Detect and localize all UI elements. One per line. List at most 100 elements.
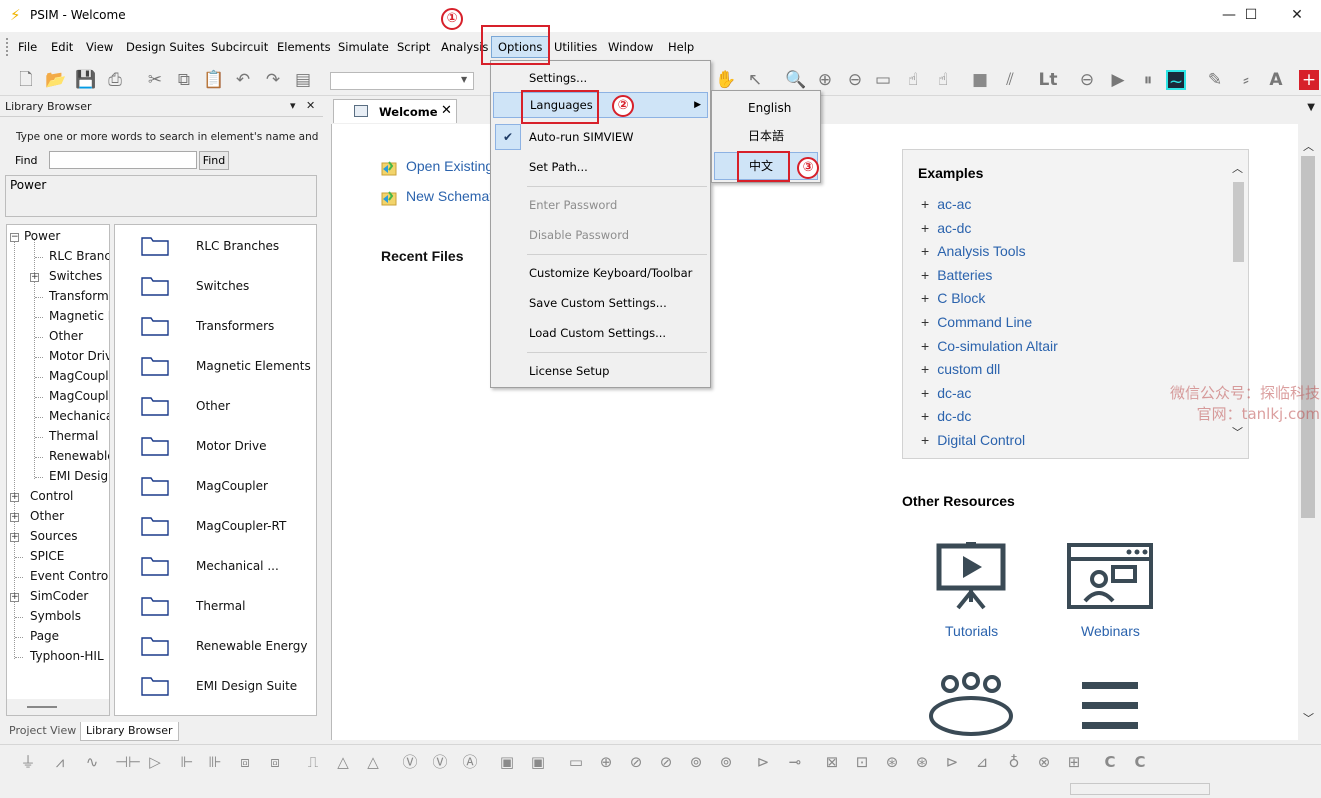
example-item[interactable]: + dc-ac	[921, 385, 971, 401]
find-button[interactable]: Find	[199, 151, 229, 170]
toolbar-combo[interactable]: ▼	[330, 72, 474, 90]
stop-block-icon[interactable]: ■	[970, 70, 990, 90]
resistor-icon[interactable]: ⩘	[50, 752, 70, 772]
library-tree[interactable]: − Power RLC Branches + Switches Transfor…	[6, 224, 110, 716]
menu-item-save-custom-settings[interactable]: Save Custom Settings...	[491, 290, 710, 316]
current-source-icon[interactable]: ⊘	[626, 752, 646, 772]
multiplier-icon[interactable]: ⊗	[1034, 752, 1054, 772]
webinars-link[interactable]: Webinars	[1081, 623, 1140, 639]
tree-item-simcoder[interactable]: SimCoder	[30, 589, 88, 603]
tree-item-page[interactable]: Page	[30, 629, 59, 643]
probe-hand-2-icon[interactable]: ☝	[933, 70, 953, 90]
tree-item-spice[interactable]: SPICE	[30, 549, 64, 563]
example-item[interactable]: + C Block	[921, 290, 985, 306]
tree-item-symbols[interactable]: Symbols	[30, 609, 81, 623]
menu-help[interactable]: Help	[668, 40, 694, 54]
tree-item-switches[interactable]: Switches	[49, 269, 102, 283]
open-existing-link[interactable]: Open Existing	[406, 158, 493, 174]
menu-utilities[interactable]: Utilities	[554, 40, 597, 54]
close-tab-icon[interactable]: ✕	[441, 103, 452, 118]
scroll-down-icon[interactable]: ﹀	[1232, 424, 1243, 440]
language-japanese[interactable]: 日本語	[712, 122, 820, 150]
capacitor-icon[interactable]: ⊣⊢	[115, 752, 141, 772]
gate-icon[interactable]: ⊳	[753, 752, 773, 772]
motor-2-icon[interactable]: ⊛	[912, 752, 932, 772]
save-icon[interactable]: 💾	[75, 70, 96, 90]
wire-label-icon[interactable]: ⸗	[1236, 70, 1256, 90]
motor-icon[interactable]: ⊛	[882, 752, 902, 772]
meter-icon[interactable]: ⊚	[686, 752, 706, 772]
scroll-up-icon[interactable]: ︿	[1303, 138, 1314, 154]
inductor-icon[interactable]: ∿	[82, 752, 102, 772]
example-item[interactable]: + Analysis Tools	[921, 243, 1026, 259]
zoom-in-icon[interactable]: ⊕	[815, 70, 835, 90]
menu-item-load-custom-settings[interactable]: Load Custom Settings...	[491, 320, 710, 346]
library-folder-row[interactable]: Magnetic Elements	[115, 345, 316, 385]
switch-icon[interactable]: ⊩	[177, 752, 197, 772]
pen-icon[interactable]: ✎	[1205, 70, 1225, 90]
menu-item-customize-keyboard-toolbar[interactable]: Customize Keyboard/Toolbar	[491, 260, 710, 286]
library-folder-row[interactable]: MagCoupler-RT	[115, 505, 316, 545]
tree-item-sources[interactable]: Sources	[30, 529, 77, 543]
voltmeter-icon[interactable]: Ⓥ	[430, 752, 450, 772]
example-item[interactable]: + Batteries	[921, 267, 992, 283]
simplified-c-block-icon[interactable]: C	[1130, 752, 1150, 772]
tree-item-mechanical[interactable]: Mechanical	[49, 409, 109, 423]
expand-icon[interactable]: +	[10, 513, 19, 522]
tree-item-thermal[interactable]: Thermal	[49, 429, 98, 443]
new-schematic-link[interactable]: New Schemat	[406, 188, 493, 204]
pi-controller-icon[interactable]: ⊡	[852, 752, 872, 772]
c-block-icon[interactable]: C	[1100, 752, 1120, 772]
menu-view[interactable]: View	[86, 40, 113, 54]
library-folder-row[interactable]: Switches	[115, 265, 316, 305]
tree-item-control[interactable]: Control	[30, 489, 73, 503]
menu-edit[interactable]: Edit	[51, 40, 73, 54]
zoom-icon[interactable]: 🔍	[785, 70, 806, 90]
menu-simulate[interactable]: Simulate	[338, 40, 389, 54]
library-folder-row[interactable]: Transformers	[115, 305, 316, 345]
tree-item-transformers[interactable]: Transformers	[49, 289, 109, 303]
comparator-icon[interactable]: △	[363, 752, 383, 772]
menu-elements[interactable]: Elements	[277, 40, 331, 54]
expand-icon[interactable]: +	[10, 533, 19, 542]
pause-icon[interactable]: ⏸	[1138, 70, 1158, 90]
limiter-icon[interactable]: ⊿	[972, 752, 992, 772]
parameter-sweep-icon[interactable]: ⫽	[1000, 70, 1020, 90]
library-folder-row[interactable]: Motor Drive	[115, 425, 316, 465]
community-icon[interactable]	[928, 672, 1014, 738]
tree-item-typhoon-hil[interactable]: Typhoon-HIL	[30, 649, 104, 663]
example-item[interactable]: + Co-simulation Altair	[921, 338, 1058, 354]
maximize-button[interactable]: ☐	[1231, 4, 1271, 26]
example-item[interactable]: + custom dll	[921, 361, 1000, 377]
tree-item-magcoupler[interactable]: MagCoupler	[49, 369, 109, 383]
library-folder-row[interactable]: Mechanical ...	[115, 545, 316, 585]
tutorials-link[interactable]: Tutorials	[945, 623, 998, 639]
ammeter-icon[interactable]: Ⓐ	[460, 752, 480, 772]
find-input[interactable]	[49, 151, 197, 169]
menu-item-settings[interactable]: Settings...	[491, 65, 710, 91]
tree-item-other-root[interactable]: Other	[30, 509, 64, 523]
tree-item-renewable-energy[interactable]: Renewable Energy	[49, 449, 109, 463]
delay-icon[interactable]: ⊞	[1064, 752, 1084, 772]
expand-icon[interactable]: +	[10, 593, 19, 602]
scroll-thumb[interactable]	[27, 706, 57, 708]
op-amp-icon[interactable]: △	[333, 752, 353, 772]
menu-design-suites[interactable]: Design Suites	[126, 40, 205, 54]
node-icon[interactable]: ♁	[1004, 752, 1024, 772]
buffer-icon[interactable]: ⊳	[942, 752, 962, 772]
meter-2-icon[interactable]: ⊚	[716, 752, 736, 772]
menu-item-set-path[interactable]: Set Path...	[491, 154, 710, 180]
expand-icon[interactable]: +	[30, 273, 39, 282]
library-folder-list[interactable]: RLC Branches Switches Transformers Magnetic…	[114, 224, 317, 716]
copy-icon[interactable]: ⧉	[174, 70, 194, 90]
run-simulation-icon[interactable]: ▶	[1108, 70, 1128, 90]
pulse-source-icon[interactable]: ⎍	[303, 752, 323, 772]
add-element-icon[interactable]: +	[1299, 70, 1319, 90]
cut-icon[interactable]: ✂	[145, 70, 165, 90]
expand-icon[interactable]: +	[10, 493, 19, 502]
pan-hand-icon[interactable]: ✋	[715, 70, 736, 90]
scope-2-icon[interactable]: ▣	[528, 752, 548, 772]
simview-icon[interactable]: ~	[1166, 70, 1186, 92]
redo-icon[interactable]: ↷	[263, 70, 283, 90]
menu-subcircuit[interactable]: Subcircuit	[211, 40, 268, 54]
